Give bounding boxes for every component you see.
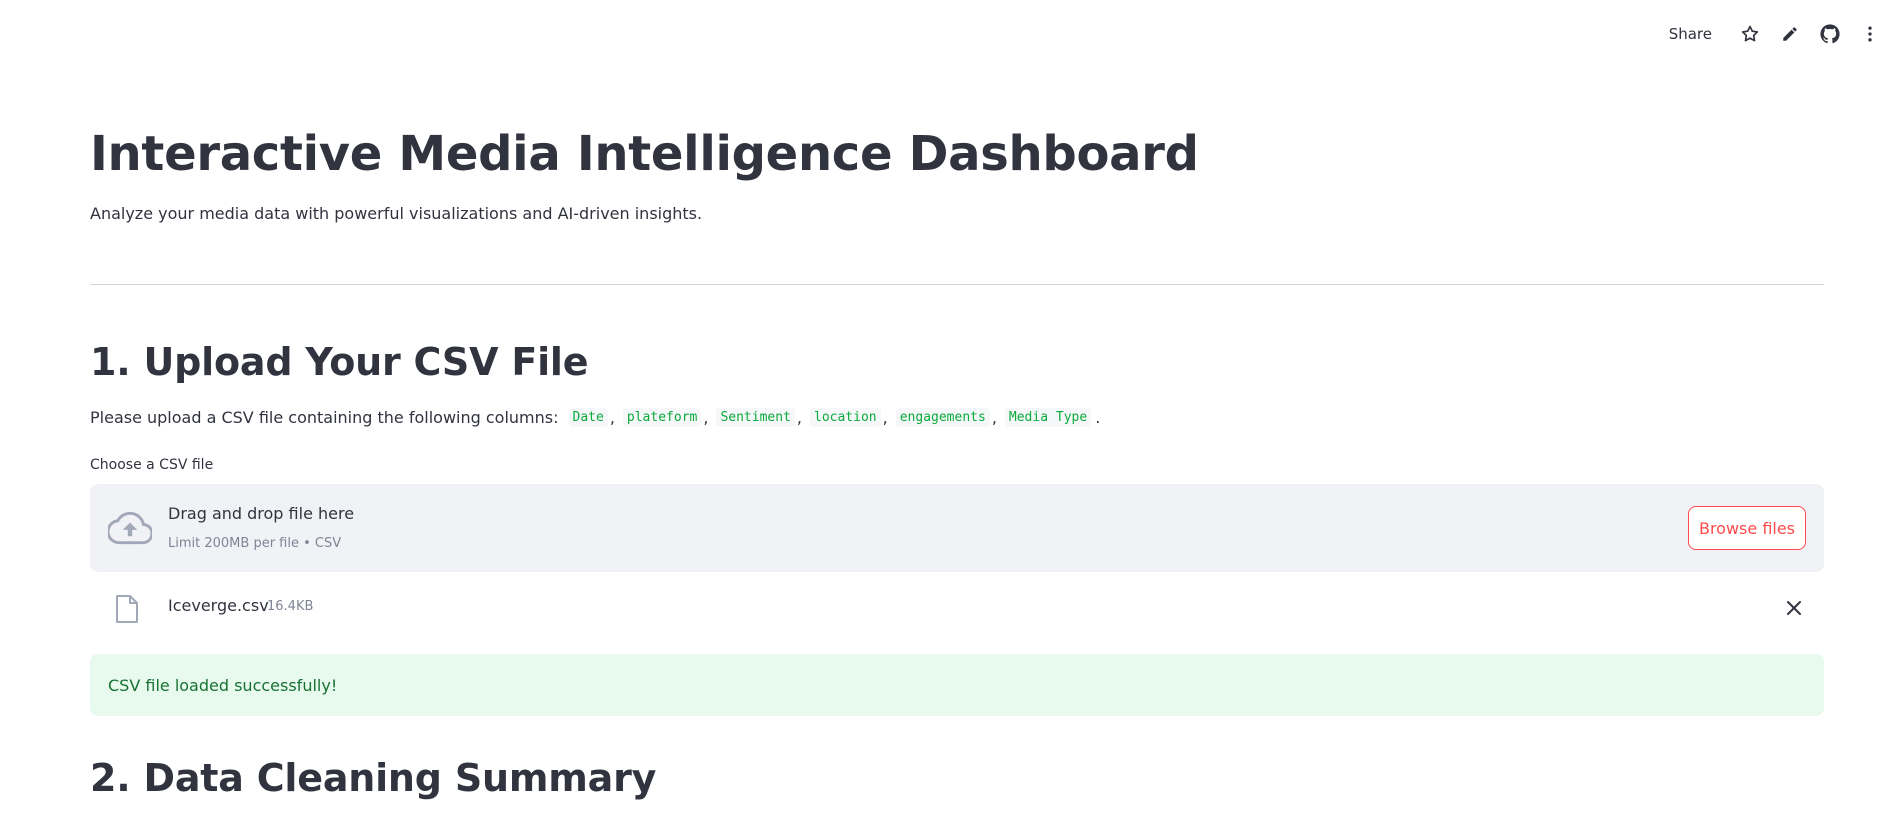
page-title: Interactive Media Intelligence Dashboard [90, 126, 1199, 182]
browse-files-button[interactable]: Browse files [1688, 506, 1806, 550]
uploaded-file-row: Iceverge.csv 16.4KB [90, 590, 1824, 626]
github-icon[interactable] [1810, 18, 1850, 50]
column-code-plateform: plateform [622, 408, 702, 427]
file-dropzone[interactable]: Drag and drop file here Limit 200MB per … [90, 484, 1824, 572]
file-uploader-label: Choose a CSV file [90, 457, 214, 473]
app-toolbar: Share [1659, 18, 1890, 50]
remove-file-button[interactable] [1778, 592, 1810, 624]
dropzone-limit-text: Limit 200MB per file • CSV [168, 536, 342, 551]
upload-section-title: 1. Upload Your CSV File [90, 340, 589, 384]
success-message: CSV file loaded successfully! [108, 675, 338, 695]
close-icon [1787, 601, 1801, 615]
star-icon[interactable] [1730, 18, 1770, 50]
dropzone-instructions: Drag and drop file here [168, 504, 355, 523]
upload-instructions: Please upload a CSV file containing the … [90, 408, 1101, 427]
file-icon [114, 594, 140, 624]
instructions-text: Please upload a CSV file containing the … [90, 408, 559, 427]
instructions-period: . [1095, 408, 1101, 427]
pencil-icon[interactable] [1770, 18, 1810, 50]
column-code-media-type: Media Type [1004, 408, 1092, 427]
share-button[interactable]: Share [1659, 18, 1722, 50]
success-alert: CSV file loaded successfully! [90, 654, 1824, 716]
column-code-date: Date [568, 408, 608, 427]
divider [90, 284, 1824, 285]
cleaning-section-title: 2. Data Cleaning Summary [90, 756, 657, 800]
uploaded-file-name: Iceverge.csv [168, 596, 269, 615]
more-vertical-icon[interactable] [1850, 18, 1890, 50]
cloud-upload-icon [106, 506, 154, 550]
column-code-engagements: engagements [895, 408, 990, 427]
column-code-location: location [810, 408, 881, 427]
column-code-sentiment: Sentiment [716, 408, 795, 427]
uploaded-file-size: 16.4KB [267, 599, 314, 614]
page-subtitle: Analyze your media data with powerful vi… [90, 204, 703, 223]
